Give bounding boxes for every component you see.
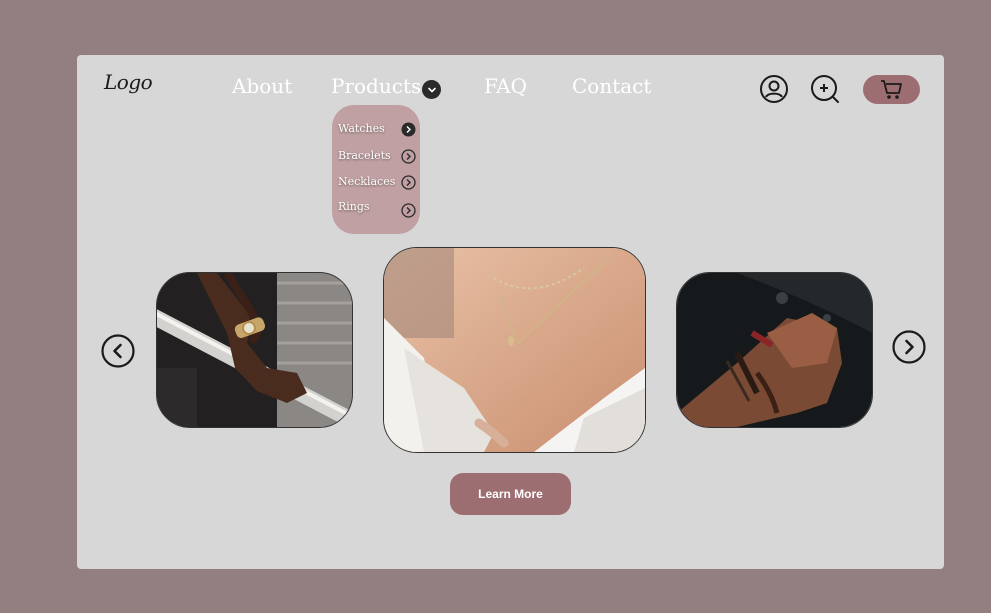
zoom-in-icon[interactable]	[810, 74, 842, 106]
chevron-down-icon[interactable]	[422, 80, 441, 99]
nav-products[interactable]: Products	[331, 74, 421, 98]
dropdown-item-bracelets[interactable]: Bracelets	[338, 149, 391, 162]
cart-button[interactable]	[863, 75, 920, 104]
arrow-right-icon[interactable]	[401, 203, 416, 218]
nav-contact[interactable]: Contact	[572, 74, 651, 98]
nav-faq[interactable]: FAQ	[484, 74, 527, 98]
dropdown-item-necklaces[interactable]: Necklaces	[338, 175, 395, 188]
chevron-left-icon	[101, 334, 135, 368]
nav-about[interactable]: About	[232, 74, 292, 98]
user-circle-icon[interactable]	[758, 73, 790, 105]
carousel-image-bracelets[interactable]	[676, 272, 873, 428]
arrow-right-icon[interactable]	[401, 175, 416, 190]
carousel-image-necklace[interactable]	[383, 247, 646, 453]
carousel-next-button[interactable]	[892, 330, 926, 364]
chevron-right-icon	[892, 330, 926, 364]
cart-icon	[880, 79, 902, 99]
logo[interactable]: Logo	[104, 70, 153, 94]
carousel-prev-button[interactable]	[101, 334, 135, 368]
arrow-right-icon[interactable]	[401, 122, 416, 137]
dropdown-item-watches[interactable]: Watches	[338, 122, 385, 135]
arrow-right-icon[interactable]	[401, 149, 416, 164]
carousel-image-watch[interactable]	[156, 272, 353, 428]
dropdown-item-rings[interactable]: Rings	[338, 200, 370, 213]
learn-more-button[interactable]: Learn More	[450, 473, 571, 515]
